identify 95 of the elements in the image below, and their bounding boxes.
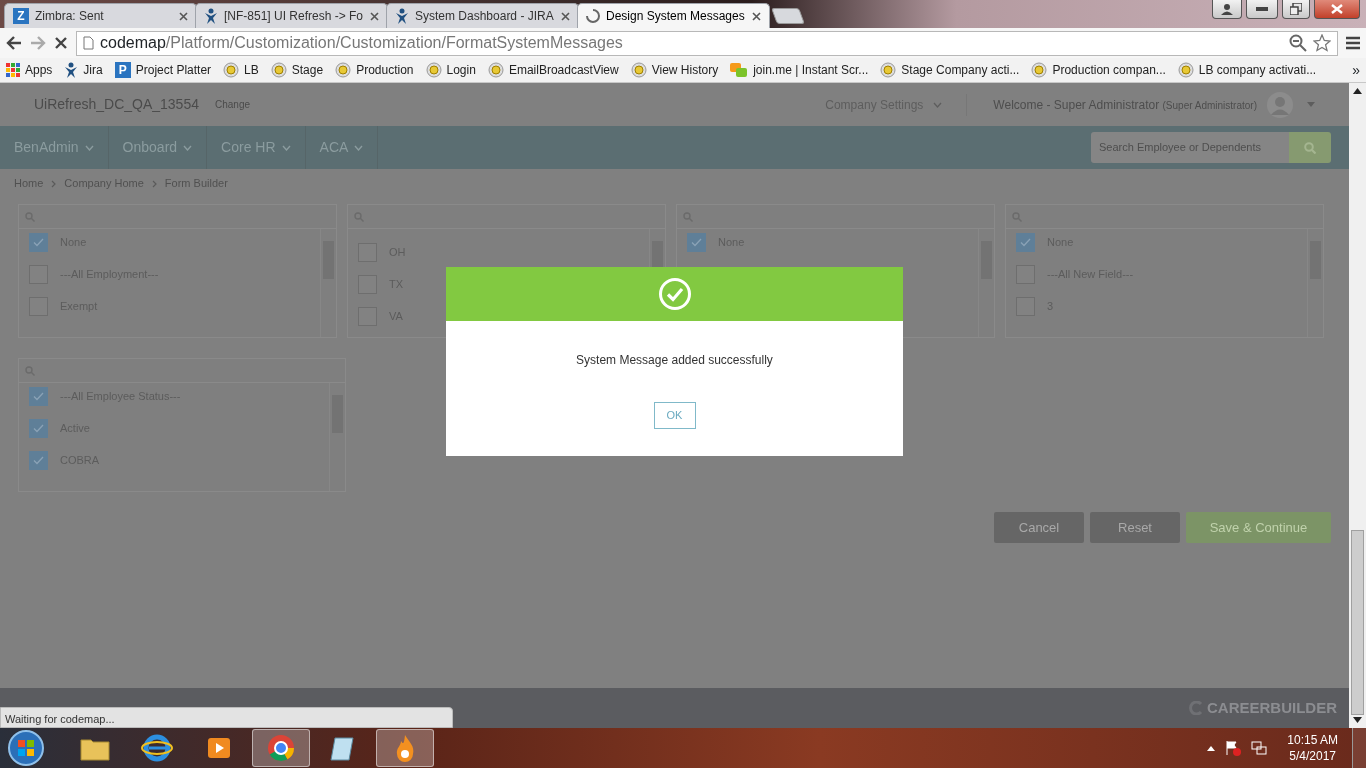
browser-tab[interactable]: Design System Messages bbox=[577, 3, 770, 28]
dialog-message: System Message added successfully bbox=[575, 352, 774, 369]
checkbox[interactable] bbox=[29, 233, 48, 252]
globe-e-icon bbox=[141, 732, 173, 764]
browser-tab[interactable]: [NF-851] UI Refresh -> Fo bbox=[195, 3, 388, 28]
close-icon[interactable] bbox=[370, 11, 379, 21]
scroll-up-icon[interactable] bbox=[1353, 88, 1362, 94]
clock[interactable]: 10:15 AM 5/4/2017 bbox=[1277, 731, 1348, 765]
checkbox[interactable] bbox=[29, 419, 48, 438]
browser-tab[interactable]: System Dashboard - JIRA bbox=[386, 3, 579, 28]
bookmark[interactable]: P Project Platter bbox=[114, 61, 212, 79]
close-icon bbox=[1331, 4, 1343, 14]
person-icon bbox=[1221, 3, 1233, 15]
globe-badge-icon bbox=[223, 62, 240, 78]
check-icon bbox=[691, 238, 702, 247]
apps-grid-icon bbox=[6, 63, 20, 77]
show-desktop-button[interactable] bbox=[1352, 728, 1366, 768]
caret-icon[interactable] bbox=[1307, 102, 1315, 107]
figure-icon bbox=[204, 8, 218, 24]
forward-icon[interactable] bbox=[30, 36, 46, 50]
search-button[interactable] bbox=[1289, 132, 1331, 163]
close-button[interactable] bbox=[1314, 0, 1360, 19]
check-icon bbox=[33, 238, 44, 247]
menu-icon[interactable] bbox=[1346, 36, 1360, 50]
profile-button[interactable] bbox=[1212, 0, 1242, 19]
bookmark[interactable]: Stage bbox=[270, 61, 324, 79]
bookmark[interactable]: LB bbox=[223, 61, 259, 79]
stop-icon[interactable] bbox=[54, 36, 68, 50]
taskbar-app-button[interactable] bbox=[252, 729, 310, 767]
checkbox[interactable] bbox=[1016, 233, 1035, 252]
url-text: codemap/Platform/Customization/Customization/FormatSystemMessages bbox=[100, 33, 623, 53]
bookmark[interactable]: Stage Company acti... bbox=[880, 61, 1020, 79]
chrome-circle-icon bbox=[265, 732, 297, 764]
bookmark[interactable]: join.me | Instant Scr... bbox=[730, 61, 869, 79]
new-tab-button[interactable] bbox=[771, 8, 805, 24]
globe-badge-icon bbox=[880, 62, 897, 78]
chevron-down-icon bbox=[84, 144, 94, 151]
globe-badge-icon bbox=[1031, 62, 1048, 78]
flag-alert-icon[interactable] bbox=[1225, 740, 1242, 756]
browser-tab[interactable]: Z Zimbra: Sent bbox=[4, 3, 197, 28]
checkbox[interactable] bbox=[29, 451, 48, 470]
star-icon[interactable] bbox=[1313, 34, 1331, 52]
page-scrollbar[interactable] bbox=[1349, 83, 1366, 728]
chevron-down-icon bbox=[354, 144, 364, 151]
restore-button[interactable] bbox=[1282, 0, 1310, 19]
globe-badge-icon bbox=[270, 62, 287, 78]
restore-icon bbox=[1290, 3, 1302, 15]
globe-badge-icon bbox=[487, 62, 504, 78]
network-icon[interactable] bbox=[1251, 740, 1268, 756]
figure-icon bbox=[64, 62, 79, 78]
chevron-down-icon bbox=[281, 144, 291, 151]
minimize-button[interactable] bbox=[1246, 0, 1278, 19]
address-bar[interactable]: codemap/Platform/Customization/Customization/FormatSystemMessages bbox=[76, 30, 1338, 56]
check-icon bbox=[1020, 238, 1031, 247]
loading-spinner-icon bbox=[586, 9, 600, 23]
globe-badge-icon bbox=[335, 62, 352, 78]
bookmark[interactable]: Apps bbox=[6, 61, 53, 79]
zoom-out-icon[interactable] bbox=[1289, 34, 1307, 52]
search-icon bbox=[1304, 141, 1316, 154]
close-icon[interactable] bbox=[561, 11, 570, 21]
figure-icon bbox=[395, 8, 409, 24]
bookmarks-overflow[interactable]: » bbox=[1352, 59, 1360, 81]
scroll-down-icon[interactable] bbox=[1353, 717, 1362, 723]
bookmark[interactable]: Jira bbox=[64, 61, 103, 79]
back-icon[interactable] bbox=[6, 36, 22, 50]
status-bubble: Waiting for codemap... bbox=[0, 707, 453, 728]
bookmark[interactable]: Production bbox=[335, 61, 414, 79]
globe-badge-icon bbox=[630, 62, 647, 78]
squares-icon bbox=[730, 62, 749, 78]
chevron-right-icon bbox=[51, 179, 57, 188]
page-icon bbox=[83, 36, 94, 50]
chevron-down-icon bbox=[183, 144, 193, 151]
bookmark[interactable]: Production compan... bbox=[1031, 61, 1166, 79]
checkbox[interactable] bbox=[687, 233, 706, 252]
close-icon[interactable] bbox=[179, 11, 188, 21]
tray-expand-icon[interactable] bbox=[1207, 745, 1216, 751]
bookmark[interactable]: Login bbox=[425, 61, 476, 79]
globe-badge-icon bbox=[425, 62, 442, 78]
logo-icon: Z bbox=[13, 8, 29, 24]
check-icon bbox=[33, 392, 44, 401]
bookmark[interactable]: LB company activati... bbox=[1177, 61, 1317, 79]
globe-badge-icon bbox=[1177, 62, 1194, 78]
check-icon bbox=[33, 424, 44, 433]
close-icon[interactable] bbox=[752, 11, 761, 21]
logo-icon: P bbox=[114, 62, 131, 78]
check-icon bbox=[33, 456, 44, 465]
scroll-thumb[interactable] bbox=[1351, 530, 1364, 715]
taskbar-app-button[interactable] bbox=[376, 729, 434, 767]
checkbox[interactable] bbox=[29, 387, 48, 406]
chevron-right-icon bbox=[151, 179, 157, 188]
bookmark[interactable]: View History bbox=[630, 61, 719, 79]
bookmark[interactable]: EmailBroadcastView bbox=[487, 61, 619, 79]
chevron-down-icon bbox=[933, 101, 943, 108]
check-circle-icon bbox=[657, 277, 692, 311]
minimize-icon bbox=[1256, 7, 1268, 11]
